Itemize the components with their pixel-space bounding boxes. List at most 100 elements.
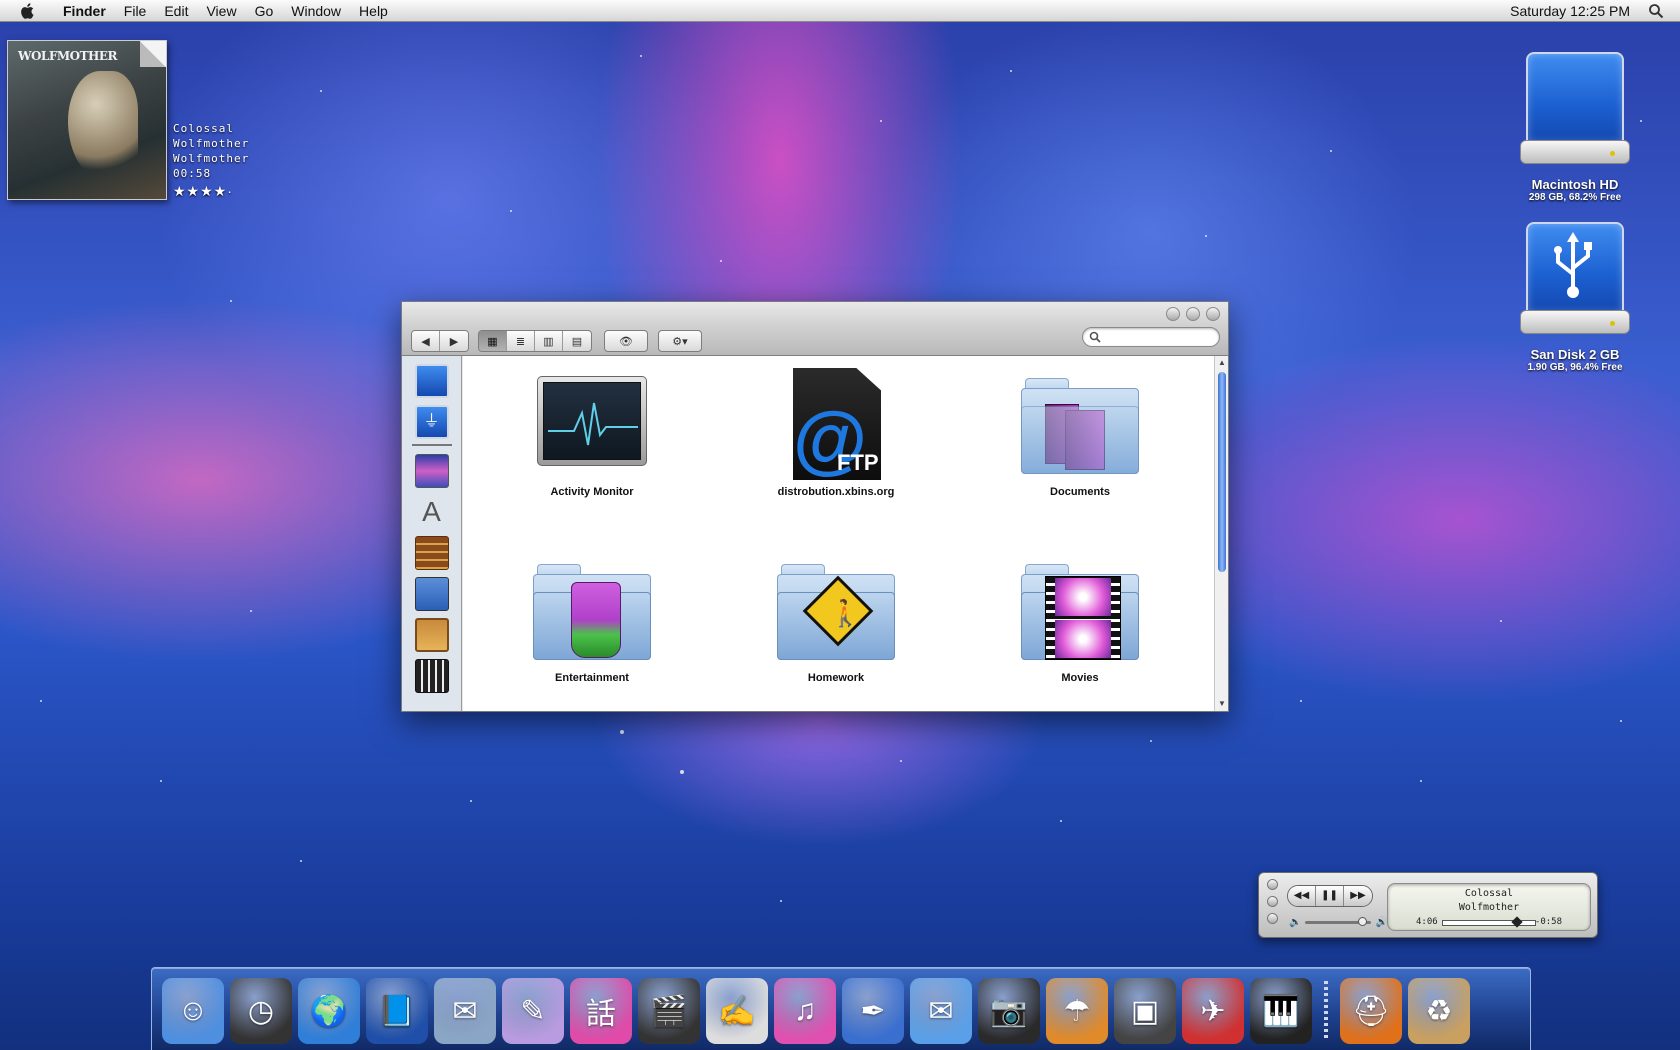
address-book-icon[interactable]: 📘 — [366, 978, 428, 1044]
album-art: WOLFMOTHER — [7, 40, 167, 200]
textedit-icon[interactable]: ✎ — [502, 978, 564, 1044]
pages-icon[interactable]: ✍ — [706, 978, 768, 1044]
itunes-remaining: -0:58 — [1534, 917, 1562, 927]
rewind-button[interactable]: ◀◀ — [1288, 886, 1316, 906]
file-item[interactable]: Entertainment — [492, 550, 692, 684]
view-mode-buttons: ▦ ≣ ▥ ▤ — [478, 330, 592, 352]
menubar-clock[interactable]: Saturday 12:25 PM — [1510, 3, 1648, 19]
window-controls — [1267, 879, 1278, 924]
homework-folder-icon: 🚶 — [773, 550, 899, 666]
ichat-icon[interactable]: 話 — [570, 978, 632, 1044]
zoom-button[interactable] — [1267, 913, 1278, 924]
activity-monitor-icon — [529, 364, 655, 480]
menu-view[interactable]: View — [197, 0, 245, 22]
menu-edit[interactable]: Edit — [155, 0, 197, 22]
vertical-scrollbar[interactable]: ▲ ▼ — [1214, 356, 1228, 711]
fast-forward-button[interactable]: ▶▶ — [1344, 886, 1372, 906]
itunes-icon[interactable]: ♫ — [774, 978, 836, 1044]
dock-items: ☺ ◷ 🌍 📘 ✉ ✎ 話 🎬 ✍ ♫ ✒ ✉ 📷 ☂ ▣ ✈ 🎹 ⛑ ♻ — [162, 978, 1470, 1044]
dashboard-icon[interactable]: ◷ — [230, 978, 292, 1044]
now-playing-rating: ★★★★· — [173, 183, 233, 199]
page-curl — [140, 41, 166, 67]
trash-icon[interactable]: ♻ — [1408, 978, 1470, 1044]
coverflow-view-button[interactable]: ▤ — [563, 331, 591, 351]
list-view-button[interactable]: ≣ — [507, 331, 535, 351]
now-playing-time: 00:58 — [173, 167, 212, 180]
feather-icon[interactable]: ✒ — [842, 978, 904, 1044]
menu-bar: Finder File Edit View Go Window Help Sat… — [0, 0, 1680, 22]
camera-icon[interactable]: 📷 — [978, 978, 1040, 1044]
search-input[interactable] — [1105, 331, 1215, 343]
desktop-drive-macintosh-hd[interactable]: Macintosh HD 298 GB, 68.2% Free — [1510, 52, 1640, 203]
lifejacket-icon[interactable]: ⛑ — [1340, 978, 1402, 1044]
window-controls — [1166, 307, 1220, 321]
finder-content: Activity Monitor @ FTP distrobution.xbin… — [463, 356, 1214, 711]
column-view-button[interactable]: ▥ — [535, 331, 563, 351]
playback-controls: ◀◀ ❚❚ ▶▶ — [1287, 885, 1373, 907]
quicklook-button[interactable]: 👁 — [604, 330, 648, 352]
sidebar-item-macintosh-hd[interactable] — [414, 364, 449, 398]
itunes-elapsed: 4:06 — [1416, 917, 1438, 927]
desktop-drive-san-disk[interactable]: San Disk 2 GB 1.90 GB, 96.4% Free — [1510, 222, 1640, 373]
mail-icon[interactable]: ✉ — [910, 978, 972, 1044]
mail-stamp-icon[interactable]: ✉ — [434, 978, 496, 1044]
window-titlebar[interactable] — [402, 302, 1228, 328]
itunes-progress-bar[interactable] — [1442, 916, 1536, 928]
sidebar-item-applications[interactable]: A — [415, 495, 449, 529]
volume-slider[interactable] — [1305, 917, 1372, 926]
file-item[interactable]: Documents — [980, 364, 1180, 498]
sidebar-item-library[interactable] — [414, 536, 449, 570]
hard-drive-icon — [1520, 52, 1630, 167]
usb-drive-icon — [1520, 222, 1630, 337]
sidebar-item-pictures[interactable] — [414, 618, 449, 652]
finder-sidebar: ⏚ A — [402, 356, 462, 711]
scrollbar-thumb[interactable] — [1218, 372, 1226, 572]
sidebar-item-desktop[interactable] — [414, 454, 449, 488]
itunes-artist: Wolfmother — [1458, 902, 1520, 913]
search-field[interactable] — [1082, 327, 1220, 347]
finder-icon[interactable]: ☺ — [162, 978, 224, 1044]
piano-icon[interactable]: 🎹 — [1250, 978, 1312, 1044]
volume-low-icon: 🔈 — [1289, 917, 1302, 928]
menu-file[interactable]: File — [115, 0, 156, 22]
photo-booth-icon[interactable]: ▣ — [1114, 978, 1176, 1044]
file-label: Entertainment — [555, 672, 629, 684]
menu-app-finder[interactable]: Finder — [54, 0, 115, 22]
airmail-icon[interactable]: ✈ — [1182, 978, 1244, 1044]
file-item[interactable]: Movies — [980, 550, 1180, 684]
now-playing-track: Colossal — [173, 122, 234, 135]
action-menu-button[interactable]: ⚙▾ — [658, 330, 702, 352]
file-item[interactable]: @ FTP distrobution.xbins.org — [736, 364, 936, 498]
file-item[interactable]: 🚶 Homework — [736, 550, 936, 684]
scroll-up-arrow-icon[interactable]: ▲ — [1215, 356, 1229, 370]
file-label: Homework — [807, 672, 865, 684]
forward-button[interactable]: ▶ — [440, 331, 468, 351]
icon-view-button[interactable]: ▦ — [479, 331, 507, 351]
spotlight-search-icon[interactable] — [1648, 3, 1664, 19]
sidebar-item-dvd[interactable] — [414, 577, 449, 611]
minimize-button[interactable] — [1267, 896, 1278, 907]
file-label: distrobution.xbins.org — [777, 486, 895, 498]
volume-control[interactable]: 🔈 🔊 — [1289, 917, 1388, 928]
menu-help[interactable]: Help — [350, 0, 397, 22]
scroll-down-arrow-icon[interactable]: ▼ — [1215, 697, 1229, 711]
umbrella-icon[interactable]: ☂ — [1046, 978, 1108, 1044]
eye-icon: 👁 — [619, 335, 633, 348]
drive-name: San Disk 2 GB — [1530, 347, 1620, 362]
menu-go[interactable]: Go — [246, 0, 283, 22]
close-button[interactable] — [1267, 879, 1278, 890]
close-button[interactable] — [1166, 307, 1180, 321]
network-globe-icon[interactable]: 🌍 — [298, 978, 360, 1044]
sidebar-item-movies[interactable] — [414, 659, 449, 693]
pause-button[interactable]: ❚❚ — [1316, 886, 1344, 906]
file-item[interactable]: Activity Monitor — [492, 364, 692, 498]
apple-menu-icon[interactable] — [20, 2, 36, 19]
progress-marker[interactable] — [1511, 916, 1523, 928]
minimize-button[interactable] — [1186, 307, 1200, 321]
menu-window[interactable]: Window — [282, 0, 350, 22]
sidebar-item-san-disk[interactable]: ⏚ — [414, 405, 449, 439]
zoom-button[interactable] — [1206, 307, 1220, 321]
imovie-icon[interactable]: 🎬 — [638, 978, 700, 1044]
now-playing-info: Colossal Wolfmother Wolfmother 00:58 — [173, 121, 249, 181]
back-button[interactable]: ◀ — [412, 331, 440, 351]
